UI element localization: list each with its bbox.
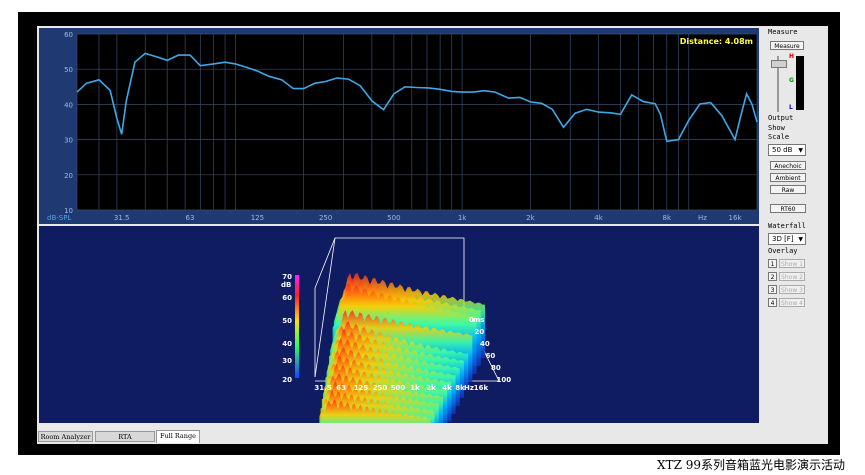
x-tick-label: 63: [185, 214, 194, 222]
app-window: 60 50 40 30 20 10 31.5 63 125 250 500 1k 2k 4k 8k Hz 16…: [37, 26, 828, 462]
waterfall-time-tick: 80: [491, 364, 501, 372]
x-tick-label: 4k: [594, 214, 603, 222]
waterfall-time-tick: 40: [480, 340, 490, 348]
scale-select[interactable]: 50 dB ▼: [768, 144, 806, 156]
control-sidebar: Measure Measure H G L Output Show Scale …: [764, 26, 828, 426]
overlay-3-show-button[interactable]: Show 3: [779, 285, 805, 294]
tab-room-analyzer[interactable]: Room Analyzer: [38, 431, 93, 442]
overlay-4-button[interactable]: 4: [768, 298, 777, 307]
waterfall-x-tick: 2k: [426, 384, 436, 392]
tab-bar: Room Analyzer RTA Full Range: [37, 430, 828, 444]
frequency-response-panel: 60 50 40 30 20 10 31.5 63 125 250 500 1k 2k 4k 8k Hz 16…: [39, 28, 759, 224]
x-tick-label: 2k: [526, 214, 535, 222]
waterfall-x-tick: 1k: [410, 384, 420, 392]
x-tick-label: 1k: [458, 214, 467, 222]
waterfall-chart: 706050403020 31.5 63 125 250 500 1k 2k 4k 8k Hz 16…: [281, 237, 512, 462]
meter-h-label: H: [789, 53, 795, 60]
slider-thumb[interactable]: [771, 60, 787, 68]
measure-button[interactable]: Measure: [770, 41, 804, 50]
waterfall-db-label: dB: [281, 281, 291, 289]
x-tick-label: 8k: [663, 214, 672, 222]
measure-heading: Measure: [768, 28, 798, 36]
x-tick-label: 125: [251, 214, 264, 222]
meter-l-label: L: [789, 104, 793, 111]
waterfall-panel: 70 60 50 40 30 20 31.5 63 125 250 500 1k 2k 4k 8k Hz 16…: [39, 226, 759, 462]
chevron-down-icon: ▼: [798, 147, 803, 154]
output-slider[interactable]: [770, 56, 787, 114]
y-tick-label: 30: [64, 137, 73, 145]
waterfall-z-tick: 40: [282, 340, 292, 348]
waterfall-x-tick: Hz: [464, 384, 474, 392]
raw-button[interactable]: Raw: [770, 185, 806, 194]
chevron-down-icon: ▼: [798, 236, 803, 243]
x-tick-label: 500: [387, 214, 400, 222]
overlay-3-button[interactable]: 3: [768, 285, 777, 294]
overlay-row-2: 2 Show 2: [768, 272, 805, 282]
waterfall-x-tick: 31.5: [314, 384, 331, 392]
overlay-label: Overlay: [768, 247, 798, 255]
anechoic-button[interactable]: Anechoic: [770, 161, 806, 170]
overlay-1-show-button[interactable]: Show 1: [779, 259, 805, 268]
tab-full-range[interactable]: Full Range: [156, 430, 200, 443]
waterfall-x-tick: 500: [391, 384, 406, 392]
waterfall-z-tick: 20: [282, 376, 292, 384]
y-tick-label: 50: [64, 66, 73, 74]
overlay-2-button[interactable]: 2: [768, 272, 777, 281]
show-label: Show: [768, 124, 785, 132]
y-tick-label: 20: [64, 172, 73, 180]
overlay-4-show-button[interactable]: Show 4: [779, 298, 805, 307]
waterfall-x-tick: 16k: [474, 384, 489, 392]
plot-area: [77, 34, 757, 210]
tab-rta[interactable]: RTA: [95, 431, 155, 442]
level-meter: [796, 56, 804, 110]
waterfall-select[interactable]: 3D [F] ▼: [768, 233, 806, 245]
waterfall-x-tick: 250: [373, 384, 388, 392]
color-scale-bar: [295, 275, 299, 378]
image-caption: XTZ 99系列音箱蓝光电影演示活动: [657, 458, 845, 472]
waterfall-z-tick: 60: [282, 294, 292, 302]
scale-value: 50 dB: [772, 146, 793, 154]
x-tick-label: 250: [319, 214, 332, 222]
unit-label: dB-SPL: [47, 214, 71, 222]
waterfall-z-tick: 30: [282, 357, 292, 365]
overlay-1-button[interactable]: 1: [768, 259, 777, 268]
rt60-button[interactable]: RT60: [770, 204, 806, 213]
waterfall-x-tick: 63: [336, 384, 346, 392]
overlay-row-3: 3 Show 3: [768, 285, 805, 295]
y-tick-label: 60: [64, 31, 73, 39]
x-tick-label: 16k: [729, 214, 743, 222]
waterfall-x-tick: 125: [354, 384, 369, 392]
waterfall-time-tick: 20: [475, 328, 485, 336]
waterfall-value: 3D [F]: [772, 235, 794, 243]
y-tick-label: 40: [64, 101, 73, 109]
overlay-row-1: 1 Show 1: [768, 259, 805, 269]
ambient-button[interactable]: Ambient: [770, 173, 806, 182]
waterfall-x-tick: 4k: [442, 384, 452, 392]
waterfall-z-tick: 50: [282, 317, 292, 325]
distance-readout: Distance: 4.08m: [680, 37, 753, 46]
waterfall-time-tick: 100: [497, 376, 512, 384]
frequency-response-chart: 605040302010 31.5 63 125 250 500 1k 2k 4k 8k Hz 16…: [47, 31, 758, 222]
x-tick-label: Hz: [698, 214, 707, 222]
overlay-row-4: 4 Show 4: [768, 298, 805, 308]
overlay-2-show-button[interactable]: Show 2: [779, 272, 805, 281]
waterfall-z-tick: 70: [282, 273, 292, 281]
meter-g-label: G: [789, 77, 794, 84]
output-label: Output: [768, 114, 794, 122]
waterfall-time-tick: 60: [486, 352, 496, 360]
x-tick-label: 31.5: [114, 214, 130, 222]
waterfall-label: Waterfall: [768, 222, 806, 230]
waterfall-surface: [319, 272, 485, 462]
scale-label: Scale: [768, 133, 790, 141]
waterfall-time-label: ms: [473, 316, 484, 324]
